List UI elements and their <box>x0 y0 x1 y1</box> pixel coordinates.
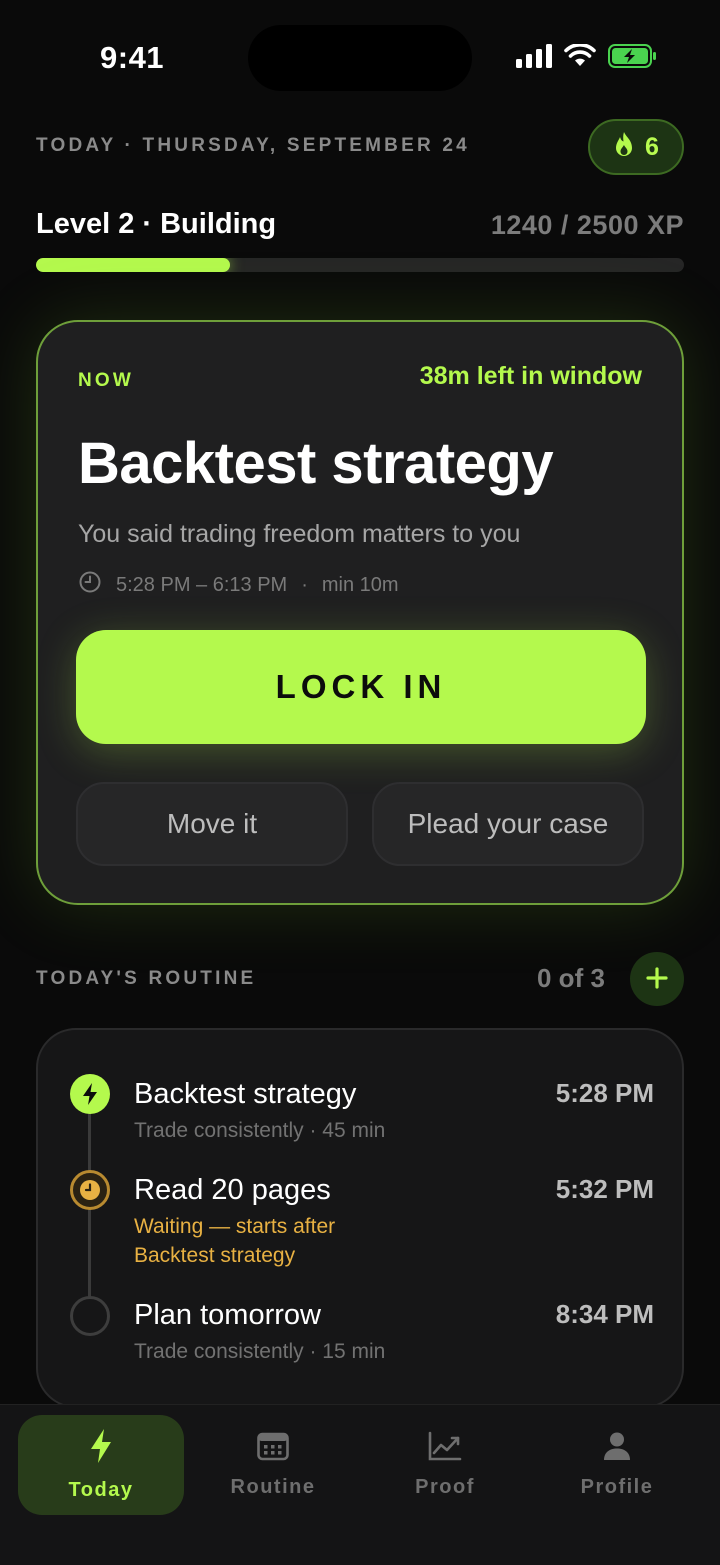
current-task-title: Backtest strategy <box>78 431 554 496</box>
status-bar: 9:41 <box>0 0 720 110</box>
status-icons <box>516 43 658 73</box>
calendar-icon <box>257 1431 289 1466</box>
tab-today-label: Today <box>68 1479 134 1501</box>
waiting-line-1: Waiting — starts after <box>134 1215 336 1238</box>
routine-item-title: Backtest strategy <box>134 1078 357 1110</box>
now-label: NOW <box>78 370 135 391</box>
status-time: 9:41 <box>100 40 165 75</box>
clock-icon <box>78 570 102 600</box>
move-it-button[interactable]: Move it <box>76 782 348 866</box>
task-min-duration: min 10m <box>321 573 399 596</box>
tab-routine[interactable]: Routine <box>190 1415 356 1515</box>
routine-item-subtitle: Waiting — starts after Backtest strategy <box>134 1212 434 1270</box>
tab-today[interactable]: Today <box>18 1415 184 1515</box>
routine-count: 0 of 3 <box>537 963 605 993</box>
routine-section-label: TODAY'S ROUTINE <box>36 968 257 989</box>
lightning-icon <box>88 1428 114 1469</box>
meta-separator: · <box>301 573 308 596</box>
wifi-icon <box>564 43 596 73</box>
bottom-nav: Today Routine Proof Profile <box>0 1404 720 1565</box>
add-routine-button[interactable] <box>630 952 684 1006</box>
dynamic-island <box>248 25 472 91</box>
routine-item-subtitle: Trade consistently · 45 min <box>134 1119 386 1142</box>
streak-count: 6 <box>645 132 659 161</box>
empty-circle-icon <box>70 1296 110 1336</box>
plus-icon <box>646 966 668 992</box>
xp-text: 1240 / 2500 XP <box>490 210 684 240</box>
routine-item-time: 5:32 PM <box>555 1174 654 1204</box>
routine-item-subtitle: Trade consistently · 15 min <box>134 1340 386 1363</box>
routine-card: Backtest strategy Trade consistently · 4… <box>36 1028 684 1408</box>
routine-item-time: 5:28 PM <box>555 1078 654 1108</box>
plead-case-button[interactable]: Plead your case <box>372 782 644 866</box>
date-line: TODAY · THURSDAY, SEPTEMBER 24 <box>36 135 470 156</box>
task-reason: You said trading freedom matters to you <box>78 520 521 548</box>
routine-item-time: 8:34 PM <box>555 1299 654 1329</box>
task-time-range: 5:28 PM – 6:13 PM <box>116 573 288 596</box>
lock-in-button[interactable]: LOCK IN <box>76 630 646 744</box>
task-meta: 5:28 PM – 6:13 PM · min 10m <box>78 570 399 600</box>
waiting-line-2: Backtest strategy <box>134 1244 296 1267</box>
lightning-icon <box>70 1074 110 1114</box>
tab-routine-label: Routine <box>230 1476 316 1498</box>
chart-icon <box>428 1431 462 1466</box>
streak-badge[interactable]: 6 <box>588 119 684 175</box>
xp-progress-fill <box>36 258 231 272</box>
xp-progress-bar <box>36 258 684 272</box>
person-icon <box>603 1431 631 1466</box>
clock-waiting-icon <box>70 1170 110 1210</box>
tab-proof[interactable]: Proof <box>362 1415 528 1515</box>
now-card: NOW 38m left in window Backtest strategy… <box>36 320 684 905</box>
tab-profile[interactable]: Profile <box>534 1415 700 1515</box>
level-title: Level 2 · Building <box>36 208 277 240</box>
tab-proof-label: Proof <box>415 1476 475 1498</box>
battery-icon <box>608 44 658 73</box>
window-remaining: 38m left in window <box>419 362 642 390</box>
routine-item-title: Plan tomorrow <box>134 1299 321 1331</box>
signal-icon <box>516 44 552 73</box>
tab-profile-label: Profile <box>580 1476 654 1498</box>
flame-icon <box>613 131 635 164</box>
routine-item-title: Read 20 pages <box>134 1174 331 1206</box>
